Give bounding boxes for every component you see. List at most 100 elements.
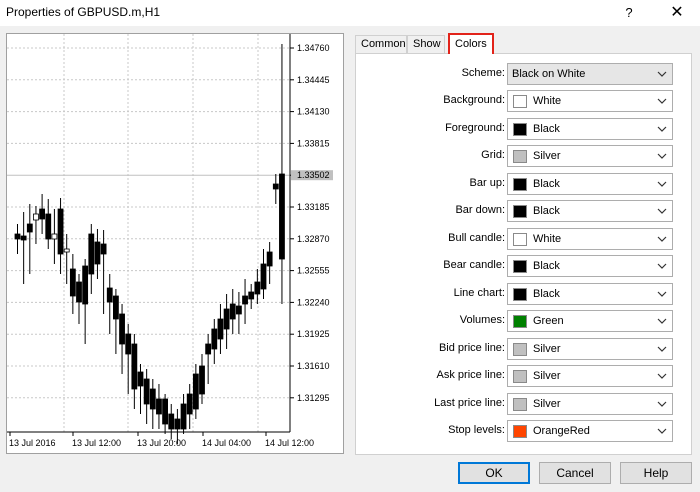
- color-row: Volumes: Green: [356, 310, 693, 332]
- bear-candle: [168, 413, 175, 430]
- title-bar: Properties of GBPUSD.m,H1 ? ✕: [0, 0, 700, 26]
- price-label: 1.34760: [297, 43, 330, 53]
- color-row-label: Foreground:: [445, 121, 505, 134]
- color-select[interactable]: Silver: [507, 145, 673, 167]
- price-label: 1.31610: [297, 361, 330, 371]
- price-label: 1.34445: [297, 75, 330, 85]
- color-row: Last price line: Silver: [356, 392, 693, 415]
- color-row-label: Bear candle:: [443, 259, 505, 271]
- ok-button[interactable]: OK: [458, 462, 530, 484]
- color-value: Black: [533, 122, 560, 135]
- bear-candle: [26, 223, 33, 233]
- chevron-down-icon: [657, 126, 667, 132]
- bear-candle: [199, 365, 205, 395]
- color-row: Grid: Silver: [356, 145, 693, 167]
- color-row-label: Grid:: [481, 149, 505, 161]
- chevron-down-icon: [657, 291, 667, 297]
- price-label: 1.33815: [297, 138, 330, 148]
- bear-candle: [137, 371, 144, 387]
- bear-candle: [131, 343, 138, 390]
- bear-candle: [229, 303, 236, 320]
- chevron-down-icon: [657, 181, 667, 187]
- bear-candle: [205, 343, 212, 355]
- bear-candle: [100, 243, 107, 255]
- scheme-select[interactable]: Black on White: [507, 63, 673, 85]
- tab-common[interactable]: Common: [355, 35, 407, 53]
- color-swatch: [513, 122, 527, 136]
- color-row-label: Background:: [443, 94, 505, 106]
- bear-candle: [69, 268, 76, 297]
- bear-candle: [20, 235, 27, 241]
- tab-show[interactable]: Show: [407, 35, 445, 53]
- color-row: Bear candle: Black: [356, 255, 693, 277]
- bear-candle: [113, 295, 119, 320]
- color-select[interactable]: OrangeRed: [507, 420, 673, 442]
- color-swatch: [513, 370, 527, 383]
- time-label: 14 Jul 12:00: [265, 438, 314, 448]
- bear-candle: [223, 308, 230, 330]
- bear-candle: [106, 287, 113, 303]
- bear-candle: [57, 208, 64, 255]
- price-label: 1.32555: [297, 266, 330, 276]
- bear-candle: [14, 233, 21, 240]
- color-row: Bar down: Black: [356, 200, 693, 222]
- color-select[interactable]: Green: [507, 310, 673, 332]
- bear-candle: [143, 378, 150, 405]
- bear-candle: [279, 173, 285, 260]
- color-value: White: [533, 232, 562, 245]
- help-button[interactable]: Help: [620, 462, 692, 484]
- cancel-button[interactable]: Cancel: [539, 462, 611, 484]
- color-value: Green: [533, 315, 564, 327]
- color-select[interactable]: Silver: [507, 337, 673, 360]
- color-row: Background: White: [356, 90, 693, 112]
- color-select[interactable]: Black: [507, 200, 673, 222]
- bear-candle: [88, 233, 95, 275]
- price-label: 1.32870: [297, 234, 330, 244]
- chevron-down-icon: [657, 318, 667, 324]
- color-select[interactable]: Silver: [507, 392, 673, 415]
- color-row: Bull candle: White: [356, 227, 693, 250]
- color-select[interactable]: Silver: [507, 365, 673, 387]
- color-select[interactable]: Black: [507, 255, 673, 277]
- chevron-down-icon: [657, 428, 667, 434]
- color-swatch: [513, 95, 527, 108]
- tab-colors[interactable]: Colors: [448, 33, 494, 54]
- chevron-down-icon: [657, 401, 667, 407]
- bear-candle: [217, 318, 224, 340]
- color-row: Foreground: Black: [356, 117, 693, 140]
- color-row: Ask price line: Silver: [356, 365, 693, 387]
- color-select[interactable]: White: [507, 227, 673, 250]
- bear-candle: [162, 398, 169, 425]
- bear-candle: [211, 328, 218, 350]
- color-swatch: [513, 287, 527, 301]
- color-row-label: Bar down:: [455, 204, 505, 216]
- bull-candle: [33, 213, 39, 221]
- close-button[interactable]: ✕: [660, 2, 694, 24]
- color-value: Silver: [533, 342, 561, 355]
- scheme-row: Scheme: Black on White: [356, 63, 693, 85]
- title-help-button[interactable]: ?: [614, 2, 644, 24]
- scheme-label: Scheme:: [461, 67, 505, 79]
- scheme-value: Black on White: [512, 68, 586, 80]
- time-label: 13 Jul 20:00: [137, 438, 186, 448]
- price-label: 1.32240: [297, 297, 330, 307]
- color-select[interactable]: White: [507, 90, 673, 112]
- color-select[interactable]: Black: [507, 172, 673, 195]
- bear-candle: [186, 393, 193, 415]
- color-row-label: Last price line:: [434, 396, 505, 409]
- chevron-down-icon: [657, 236, 667, 242]
- bull-candle: [63, 248, 70, 253]
- chevron-down-icon: [657, 153, 667, 159]
- color-row-label: Ask price line:: [436, 369, 505, 381]
- bull-candle: [51, 233, 58, 240]
- chevron-down-icon: [657, 71, 667, 77]
- color-row-label: Bull candle:: [448, 231, 505, 244]
- color-select[interactable]: Black: [507, 282, 673, 305]
- bear-candle: [260, 263, 267, 290]
- chart-canvas: 1.34760 1.34445 1.34130 1.33815 1.33185 1.328…: [7, 34, 333, 448]
- colors-panel: Scheme: Black on White Background: White F…: [355, 53, 692, 455]
- price-label: 1.33185: [297, 202, 330, 212]
- color-select[interactable]: Black: [507, 117, 673, 140]
- time-label: 14 Jul 04:00: [202, 438, 251, 448]
- bear-candle: [242, 295, 248, 305]
